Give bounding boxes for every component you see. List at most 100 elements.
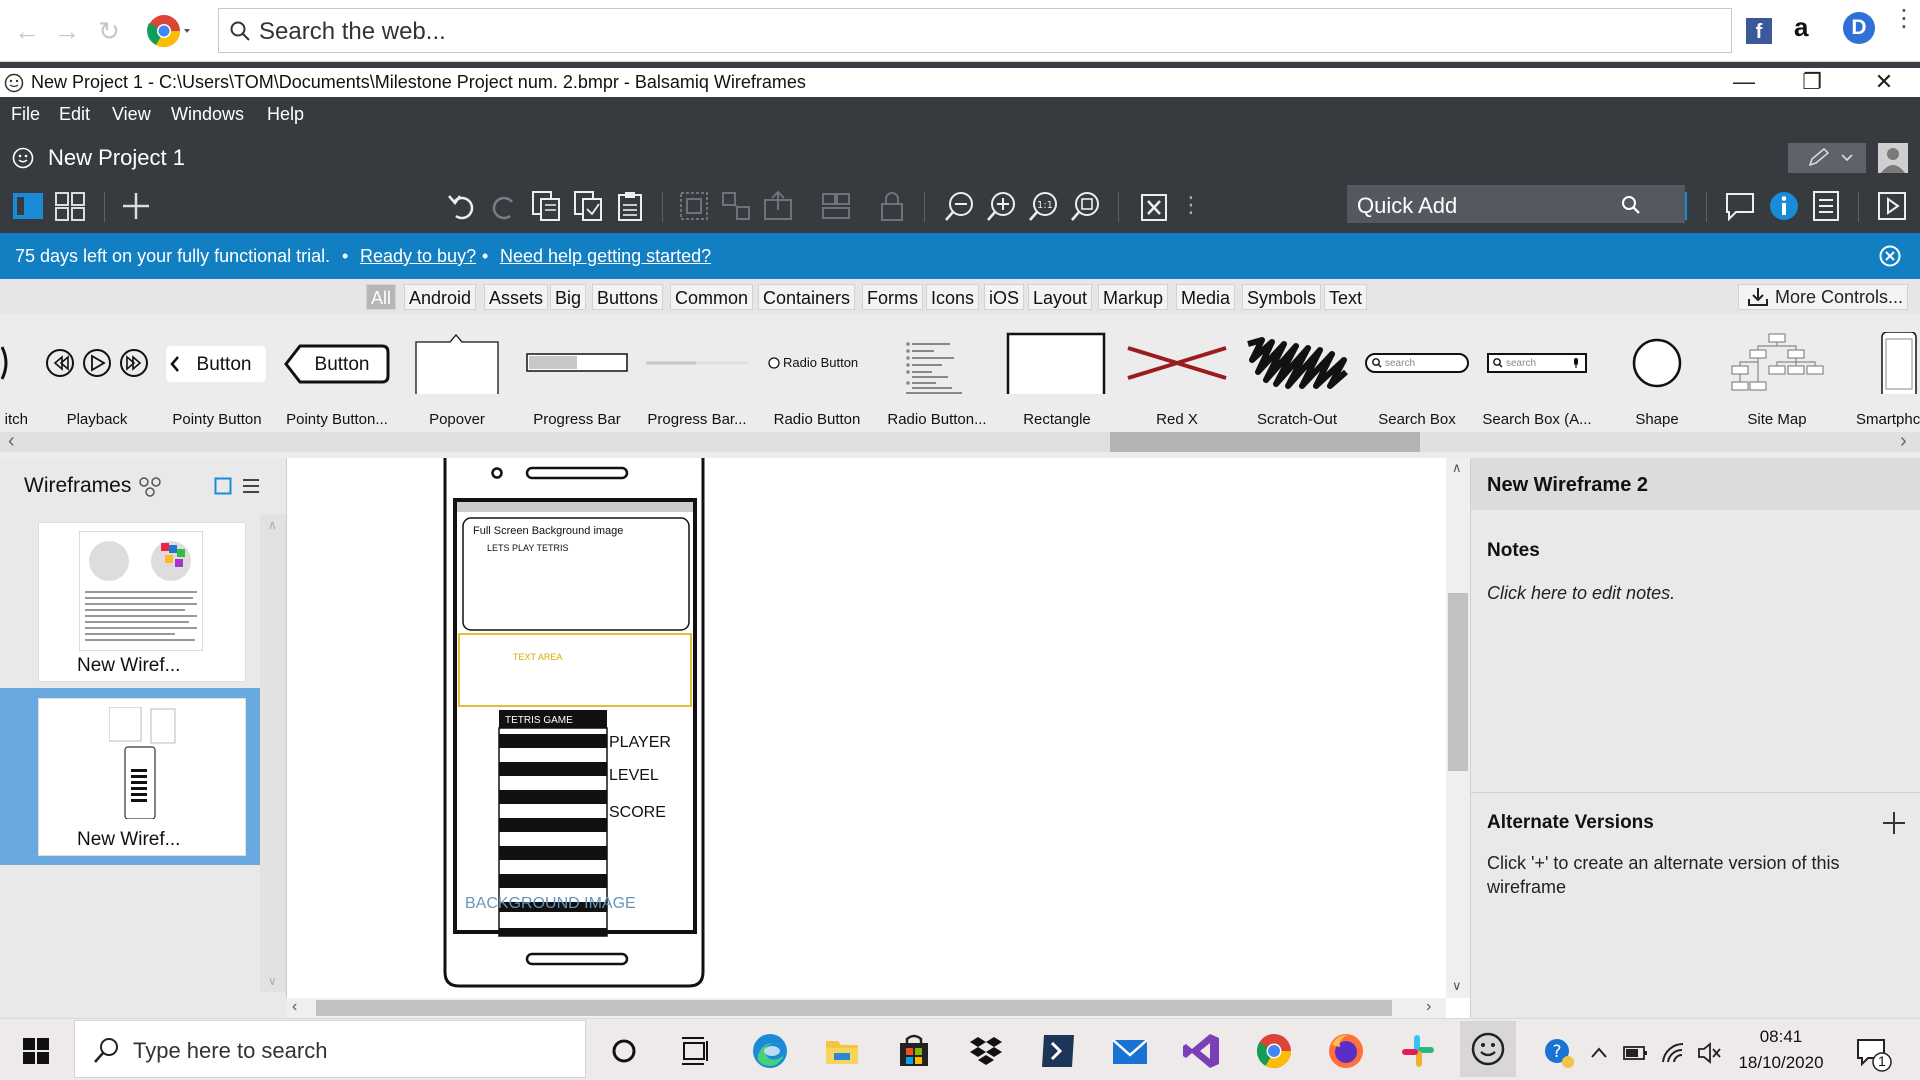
tab-assets[interactable]: Assets [484,284,549,310]
microsoft-store-icon[interactable] [894,1031,934,1071]
shelf-scrollbar[interactable]: ‹ ‹ › [0,430,1920,458]
wifi-icon[interactable] [1660,1040,1686,1066]
restore-button[interactable]: ❐ [1784,68,1840,97]
close-banner-icon[interactable] [1879,245,1901,267]
thumbnail-view-icon[interactable] [214,477,232,495]
powershell-icon[interactable] [1038,1031,1078,1071]
bring-forward-icon[interactable] [762,190,794,222]
chevron-left-icon[interactable]: ‹ [292,998,297,1016]
wireframe-thumbnail[interactable]: New Wiref... [38,522,246,682]
tab-containers[interactable]: Containers [758,284,856,310]
grid-view-icon[interactable] [54,190,86,222]
cut-icon[interactable] [530,190,562,222]
tab-common[interactable]: Common [670,284,754,310]
component-progress-bar-alt[interactable]: Progress Bar... [638,332,756,428]
firefox-icon[interactable] [1326,1031,1366,1071]
mail-icon[interactable] [1110,1031,1150,1071]
windows-start-icon[interactable] [22,1037,50,1065]
toolbar-overflow-icon[interactable]: ⋮ [1180,192,1202,218]
zoom-out-icon[interactable] [944,190,976,222]
tab-text[interactable]: Text [1324,284,1368,310]
component-radio-button-group[interactable]: Radio Button... [878,332,996,428]
chevron-down-icon[interactable]: ∨ [1452,978,1462,994]
tab-all[interactable]: All [366,284,397,310]
component-pointy-button[interactable]: Button Pointy Button [158,332,276,428]
delete-icon[interactable] [1138,190,1170,222]
help-tray-icon[interactable]: ? [1542,1036,1576,1070]
panel-scrollbar[interactable]: ∧ ∨ [260,514,286,992]
reload-icon[interactable]: ↻ [94,16,124,46]
facebook-icon[interactable]: f [1746,18,1772,44]
chrome-logo-icon[interactable] [146,13,192,49]
h-scroll-thumb[interactable] [316,1000,1392,1016]
menu-file[interactable]: File [11,104,40,125]
paste-icon[interactable] [614,190,646,222]
tab-forms[interactable]: Forms [862,284,923,310]
component-playback[interactable]: Playback [38,332,156,428]
tab-ios[interactable]: iOS [984,284,1025,310]
presentation-mode-icon[interactable] [1876,190,1908,222]
redo-icon[interactable] [488,190,520,222]
notes-panel-icon[interactable] [1810,190,1842,222]
slack-icon[interactable] [1398,1031,1438,1071]
ready-to-buy-link[interactable]: Ready to buy? [360,246,476,267]
component-search-box-alt[interactable]: search Search Box (A... [1478,332,1596,428]
chevron-up-icon[interactable] [1588,1042,1610,1064]
shelf-scroll-thumb[interactable] [1110,432,1420,452]
menu-windows[interactable]: Windows [171,104,244,125]
component-site-map[interactable]: Site Map [1718,332,1836,428]
back-arrow-icon[interactable]: ← [12,16,42,46]
chevron-left-icon[interactable]: ‹ [8,430,15,453]
component-pointy-button-alt[interactable]: Button Pointy Button... [278,332,396,428]
file-explorer-icon[interactable] [822,1031,862,1071]
tab-layout[interactable]: Layout [1028,284,1093,310]
quick-add-input[interactable]: Quick Add [1347,185,1685,223]
component-red-x[interactable]: Red X [1118,332,1236,428]
dropbox-icon[interactable] [966,1031,1006,1071]
component-scratch-out[interactable]: Scratch-Out [1238,332,1356,428]
visual-studio-icon[interactable] [1182,1031,1222,1071]
component-popover[interactable]: Popover [398,332,516,428]
add-wireframe-icon[interactable] [120,190,152,222]
profile-d-icon[interactable]: D [1843,12,1875,44]
tab-media[interactable]: Media [1176,284,1236,310]
lock-icon[interactable] [876,190,908,222]
help-getting-started-link[interactable]: Need help getting started? [500,246,711,267]
chevron-right-icon[interactable]: › [1426,998,1431,1016]
balsamiq-taskbar-active[interactable] [1460,1021,1516,1077]
kebab-menu-icon[interactable]: ⋮ [1892,7,1916,31]
component-search-box[interactable]: search Search Box [1358,332,1476,428]
canvas-horizontal-scrollbar[interactable]: ‹ › [286,998,1446,1018]
edit-mode-dropdown[interactable] [1788,143,1866,173]
zoom-in-icon[interactable] [986,190,1018,222]
tab-markup[interactable]: Markup [1098,284,1169,310]
user-avatar-icon[interactable] [1878,143,1908,173]
comments-icon[interactable] [1724,190,1756,222]
search-input[interactable]: Search the web... [218,8,1732,53]
task-view-icon[interactable] [676,1031,716,1071]
component-rectangle[interactable]: Rectangle [998,332,1116,428]
forward-arrow-icon[interactable]: → [52,16,82,46]
menu-edit[interactable]: Edit [59,104,90,125]
list-view-icon[interactable] [242,477,260,495]
tab-symbols[interactable]: Symbols [1242,284,1322,310]
component-shape[interactable]: Shape [1598,332,1716,428]
component-smartphone[interactable]: Smartphc [1838,332,1920,428]
chrome-icon[interactable] [1254,1031,1294,1071]
canvas-vertical-scrollbar[interactable]: ∧ ∨ [1446,458,1470,998]
component-radio-button[interactable]: Radio Button Radio Button [758,332,876,428]
single-view-icon[interactable] [12,190,44,222]
volume-muted-icon[interactable] [1696,1040,1722,1066]
menu-view[interactable]: View [112,104,151,125]
system-clock[interactable]: 08:41 18/10/2020 [1726,1024,1836,1076]
wireframe-canvas[interactable]: Full Screen Background image LETS PLAY T… [286,458,1446,1018]
zoom-fit-icon[interactable] [1070,190,1102,222]
notes-edit-area[interactable]: Click here to edit notes. [1487,583,1675,604]
chevron-up-icon[interactable]: ∧ [1452,460,1462,476]
copy-icon[interactable] [572,190,604,222]
arrange-icon[interactable] [820,190,852,222]
taskbar-search-box[interactable]: Type here to search [74,1020,586,1078]
add-alternate-icon[interactable] [1881,810,1907,836]
chevron-right-icon[interactable]: › [1900,430,1907,453]
more-controls-button[interactable]: More Controls... [1738,284,1908,310]
